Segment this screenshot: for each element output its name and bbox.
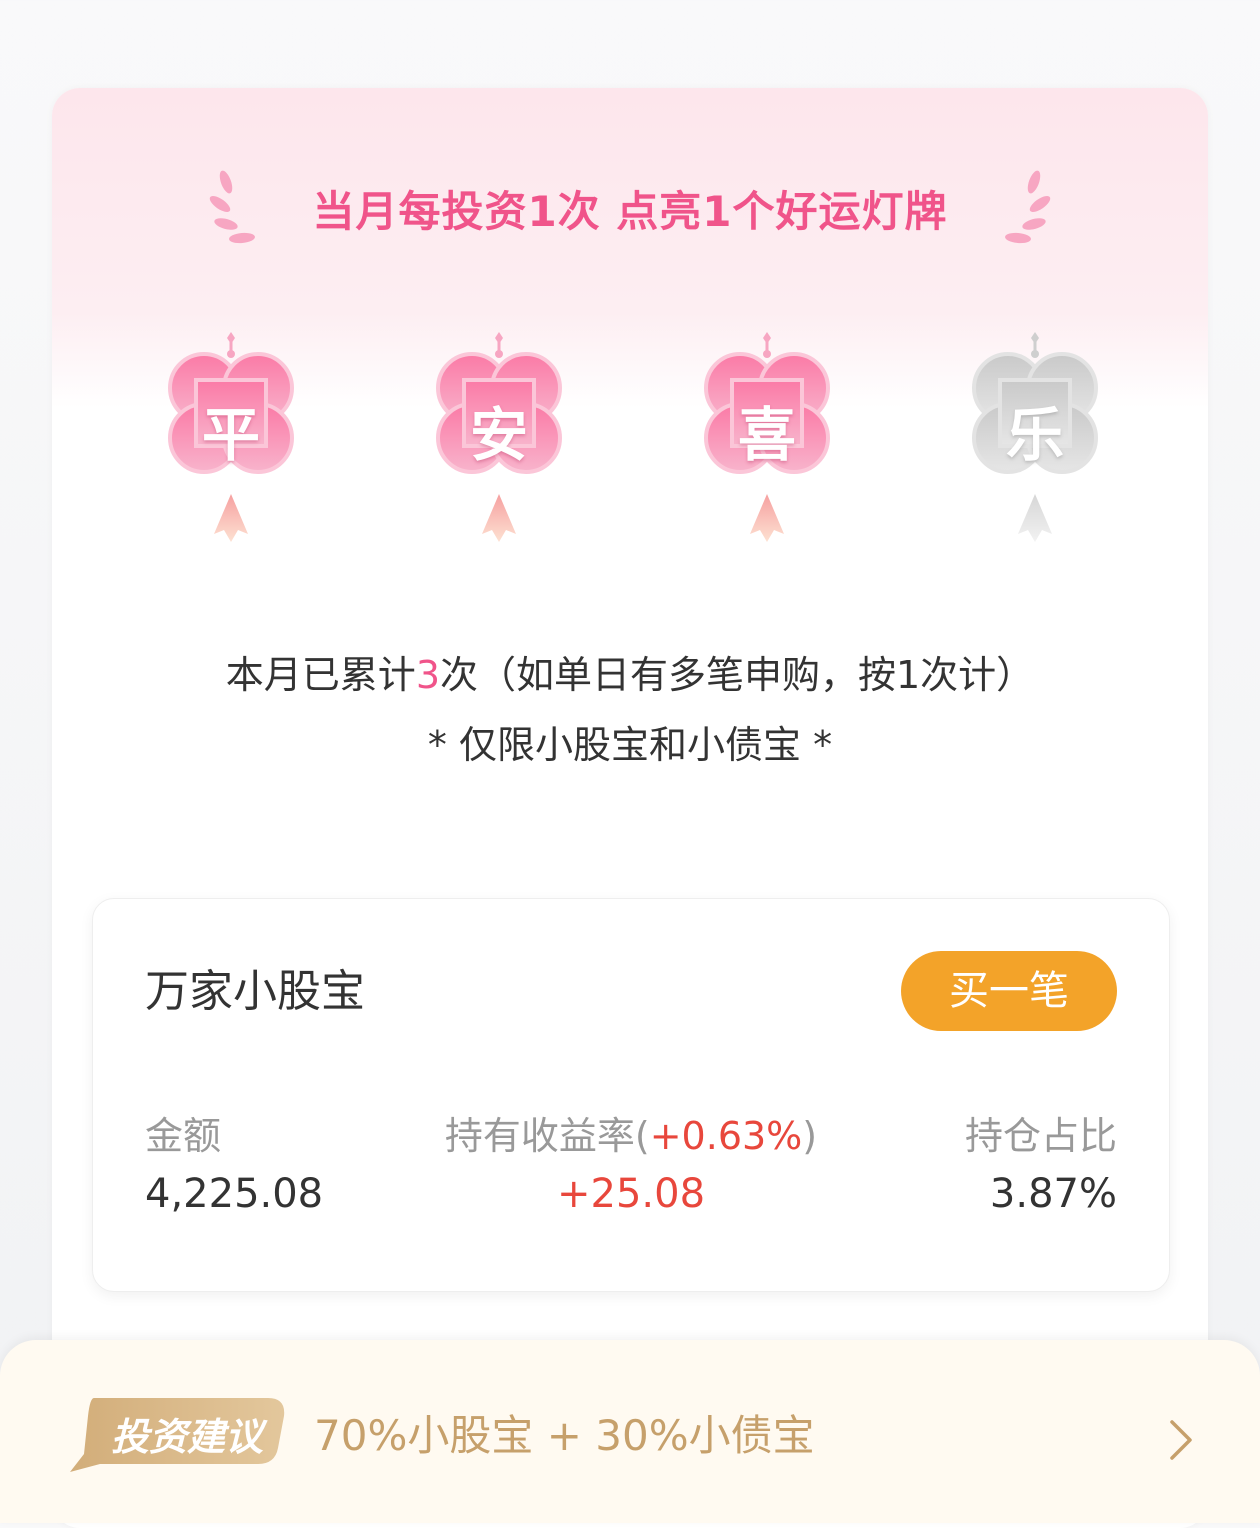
yield-rate: +0.63% [649, 1114, 803, 1158]
holding-share-label: 持仓占比 [964, 1114, 1117, 1158]
count-value: 3 [415, 653, 440, 697]
lantern-char: 平 [201, 401, 260, 469]
count-suffix: 次（如单日有多笔申购，按1次计） [440, 653, 1035, 697]
lantern-char: 安 [469, 401, 528, 469]
buy-button[interactable]: 买一笔 [901, 951, 1117, 1031]
count-prefix: 本月已累计 [225, 653, 416, 697]
advice-badge-text: 投资建议 [110, 1415, 263, 1459]
eligibility-note: * 仅限小股宝和小债宝 * [427, 723, 833, 767]
laurel-right-icon [1005, 170, 1051, 244]
advice-badge: 投资建议 [68, 1392, 288, 1472]
investment-count-text: 本月已累计3次（如单日有多笔申购，按1次计） [52, 644, 1208, 699]
lantern-char: 喜 [737, 401, 796, 469]
fund-name: 万家小股宝 [145, 966, 365, 1017]
yield-label-text: 持有收益率( [444, 1114, 650, 1158]
advice-text: 70%小股宝 + 30%小债宝 [314, 1411, 815, 1460]
lantern-an: 安 [424, 328, 574, 548]
fund-card: 万家小股宝 买一笔 金额 4,225.08 持有收益率(+0.63%) +25.… [92, 898, 1170, 1292]
holding-share-value: 3.87% [989, 1171, 1117, 1217]
lantern-xi: 喜 [692, 328, 842, 548]
chevron-right-icon[interactable] [1160, 1410, 1200, 1470]
lantern-activity-card: 当月每投资1次 点亮1个好运灯牌 平 安 喜 乐 本月已累计3次（如单日有多笔申… [52, 88, 1208, 1528]
lantern-ping: 平 [156, 328, 306, 548]
lantern-le: 乐 [960, 328, 1110, 548]
yield-label-close: ) [802, 1114, 818, 1158]
investment-advice-bar[interactable]: 投资建议 70%小股宝 + 30%小债宝 [0, 1340, 1260, 1523]
lantern-char: 乐 [1005, 401, 1064, 469]
